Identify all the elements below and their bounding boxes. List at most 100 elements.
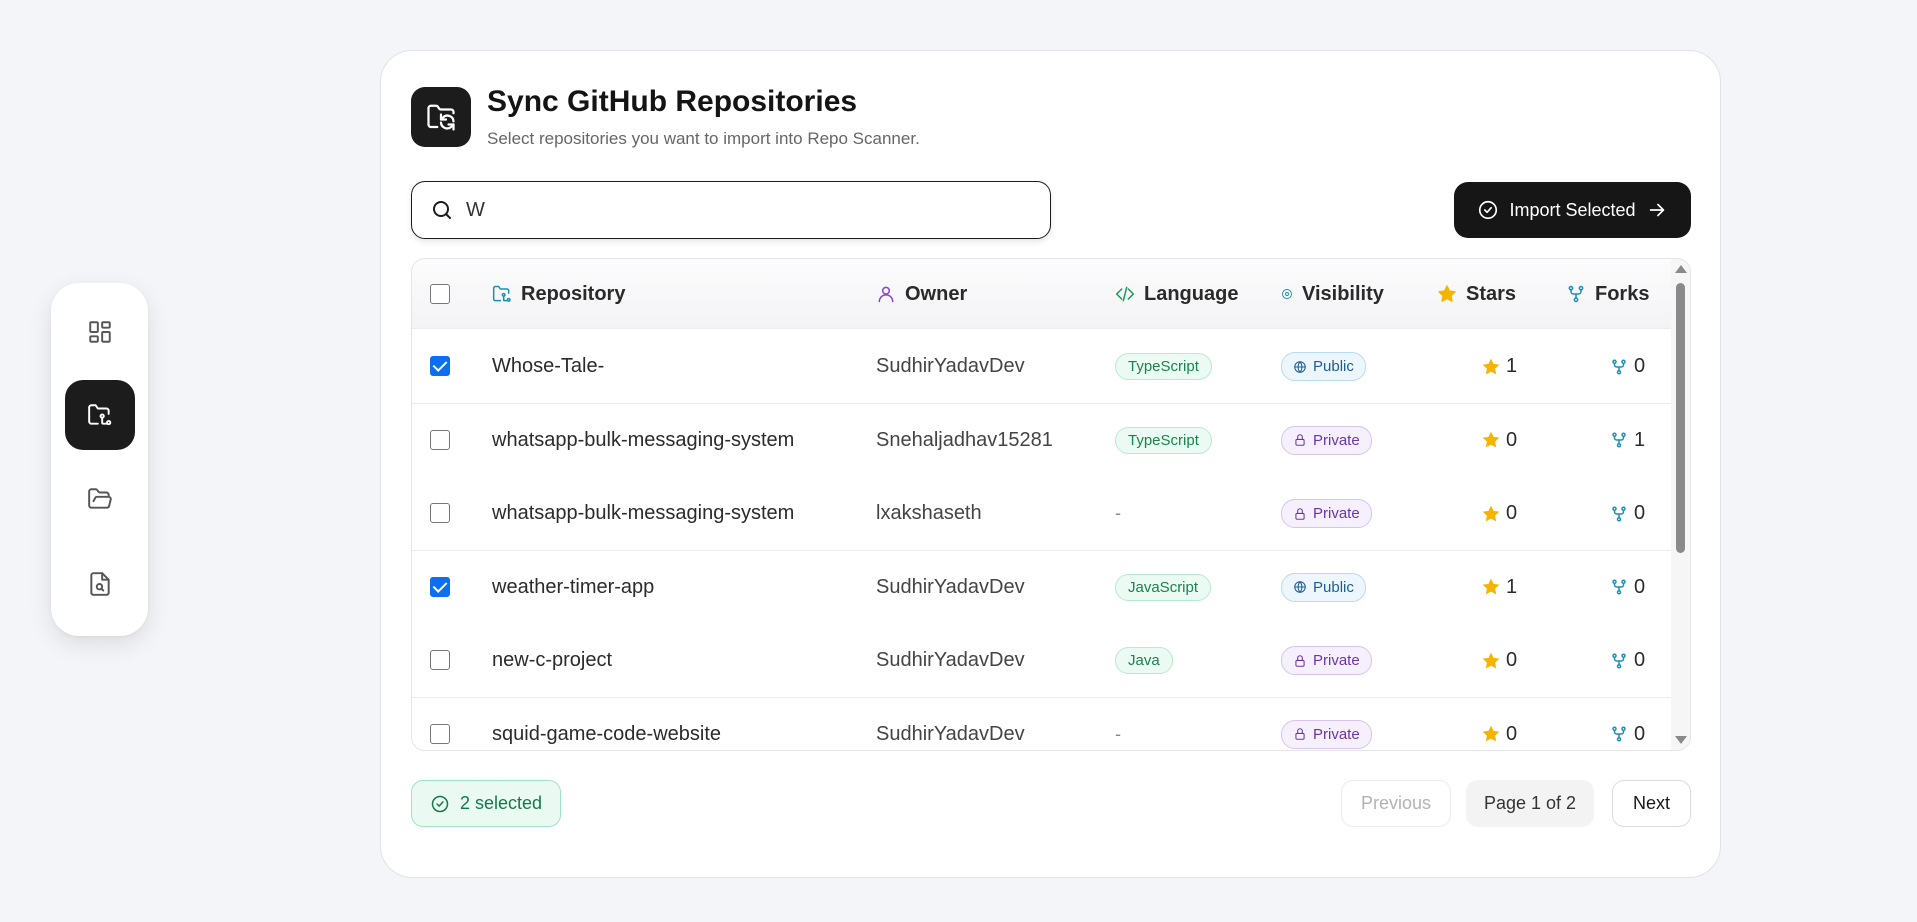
column-header-forks[interactable]: Forks — [1566, 259, 1649, 329]
column-header-repository[interactable]: Repository — [492, 259, 625, 329]
stars-cell: 1 — [1482, 551, 1517, 624]
sidebar-item-scan[interactable] — [65, 549, 135, 619]
visibility-badge: Public — [1281, 352, 1366, 381]
table-row[interactable]: squid-game-code-website SudhirYadavDev -… — [412, 697, 1673, 751]
repo-owner: SudhirYadavDev — [876, 575, 1025, 598]
stars-count: 0 — [1506, 502, 1518, 524]
repo-name[interactable]: weather-timer-app — [492, 551, 654, 624]
fork-icon — [1612, 653, 1626, 668]
visibility-cell: Public — [1281, 551, 1366, 624]
language-cell: TypeScript — [1115, 404, 1212, 477]
check-circle-icon — [1479, 200, 1498, 220]
language-empty: - — [1115, 503, 1121, 523]
file-search-icon — [90, 572, 110, 596]
sidebar-item-dashboard[interactable] — [65, 297, 135, 367]
fork-icon — [1612, 726, 1626, 742]
row-checkbox[interactable] — [430, 356, 450, 376]
row-checkbox[interactable] — [430, 503, 450, 523]
language-cell: JavaScript — [1115, 551, 1212, 624]
row-checkbox[interactable] — [430, 650, 450, 670]
forks-cell: 0 — [1610, 330, 1645, 403]
table-scrollbar[interactable] — [1671, 259, 1690, 750]
page-subtitle: Select repositories you want to import i… — [487, 129, 920, 148]
forks-count: 0 — [1634, 722, 1646, 745]
language-empty: - — [1115, 723, 1121, 744]
arrow-right-icon — [1649, 203, 1664, 217]
star-icon — [1438, 285, 1456, 302]
repo-owner: SudhirYadavDev — [876, 722, 1025, 745]
selected-count-badge: 2 selected — [411, 780, 562, 827]
stars-count: 1 — [1506, 355, 1518, 377]
globe-icon — [1294, 581, 1306, 593]
language-cell: TypeScript — [1115, 330, 1212, 403]
visibility-cell: Public — [1281, 330, 1366, 403]
lock-icon — [1295, 728, 1305, 740]
repo-name[interactable]: whatsapp-bulk-messaging-system — [492, 477, 794, 550]
language-cell: - — [1115, 698, 1121, 751]
table-row[interactable]: Whose-Tale- SudhirYadavDev TypeScript Pu… — [412, 330, 1673, 404]
visibility-cell: Private — [1281, 698, 1372, 751]
column-header-owner[interactable]: Owner — [876, 259, 967, 329]
stars-cell: 0 — [1482, 404, 1517, 477]
language-cell: Java — [1115, 624, 1173, 697]
repo-owner: SudhirYadavDev — [876, 355, 1025, 377]
forks-cell: 1 — [1610, 404, 1645, 477]
column-header-language[interactable]: Language — [1115, 259, 1238, 329]
search-input[interactable] — [466, 198, 1026, 222]
visibility-badge: Private — [1281, 646, 1372, 675]
folder-sync-icon — [427, 104, 455, 131]
lock-icon — [1295, 654, 1305, 667]
row-checkbox[interactable] — [430, 723, 450, 744]
forks-cell: 0 — [1610, 477, 1645, 550]
forks-count: 0 — [1634, 649, 1646, 671]
scroll-down-arrow[interactable] — [1675, 736, 1687, 744]
table-row[interactable]: whatsapp-bulk-messaging-system lxakshase… — [412, 477, 1673, 551]
repo-name[interactable]: squid-game-code-website — [492, 698, 721, 751]
folder-open-icon — [88, 488, 112, 509]
table-row[interactable]: new-c-project SudhirYadavDev Java Privat… — [412, 624, 1673, 698]
column-header-visibility[interactable]: Visibility — [1281, 259, 1384, 329]
select-all-checkbox[interactable] — [430, 284, 450, 304]
visibility-badge: Private — [1281, 425, 1372, 455]
column-header-stars[interactable]: Stars — [1437, 259, 1516, 329]
repo-owner: lxakshaseth — [876, 502, 982, 524]
star-icon — [1482, 725, 1500, 742]
stars-cell: 1 — [1482, 330, 1517, 403]
visibility-badge: Private — [1281, 719, 1372, 749]
star-icon — [1482, 652, 1500, 668]
search-box[interactable] — [411, 181, 1051, 239]
star-icon — [1482, 431, 1500, 448]
scroll-thumb[interactable] — [1676, 283, 1685, 553]
forks-cell: 0 — [1610, 698, 1646, 751]
forks-count: 0 — [1634, 502, 1646, 524]
sidebar-item-sync-repos[interactable] — [65, 380, 135, 450]
star-icon — [1482, 358, 1500, 374]
folder-git-icon — [492, 285, 511, 302]
row-checkbox[interactable] — [430, 576, 450, 597]
header-icon-box — [411, 87, 471, 147]
visibility-cell: Private — [1281, 477, 1372, 550]
forks-count: 1 — [1634, 428, 1646, 451]
sidebar-item-repositories[interactable] — [65, 464, 135, 534]
row-checkbox[interactable] — [430, 429, 450, 450]
lock-icon — [1295, 434, 1305, 446]
scroll-up-arrow[interactable] — [1675, 265, 1687, 273]
repo-table: Repository Owner Language Visibility Sta… — [411, 258, 1691, 751]
table-row[interactable]: weather-timer-app SudhirYadavDev JavaScr… — [412, 550, 1673, 625]
table-row[interactable]: whatsapp-bulk-messaging-system Snehaljad… — [412, 403, 1673, 478]
stars-count: 0 — [1506, 649, 1518, 671]
visibility-badge: Private — [1281, 499, 1372, 528]
stars-cell: 0 — [1482, 624, 1517, 697]
import-selected-button[interactable]: Import Selected — [1454, 182, 1691, 238]
page-indicator: Page 1 of 2 — [1466, 780, 1594, 827]
code-icon — [1115, 286, 1135, 302]
next-page-button[interactable]: Next — [1612, 780, 1691, 827]
stars-cell: 0 — [1482, 477, 1517, 550]
repo-name[interactable]: new-c-project — [492, 624, 612, 697]
language-cell: - — [1115, 477, 1121, 550]
forks-cell: 0 — [1610, 624, 1645, 697]
previous-page-button[interactable]: Previous — [1341, 780, 1451, 827]
table-header: Repository Owner Language Visibility Sta… — [412, 259, 1673, 329]
repo-name[interactable]: whatsapp-bulk-messaging-system — [492, 404, 794, 477]
repo-name[interactable]: Whose-Tale- — [492, 330, 604, 403]
